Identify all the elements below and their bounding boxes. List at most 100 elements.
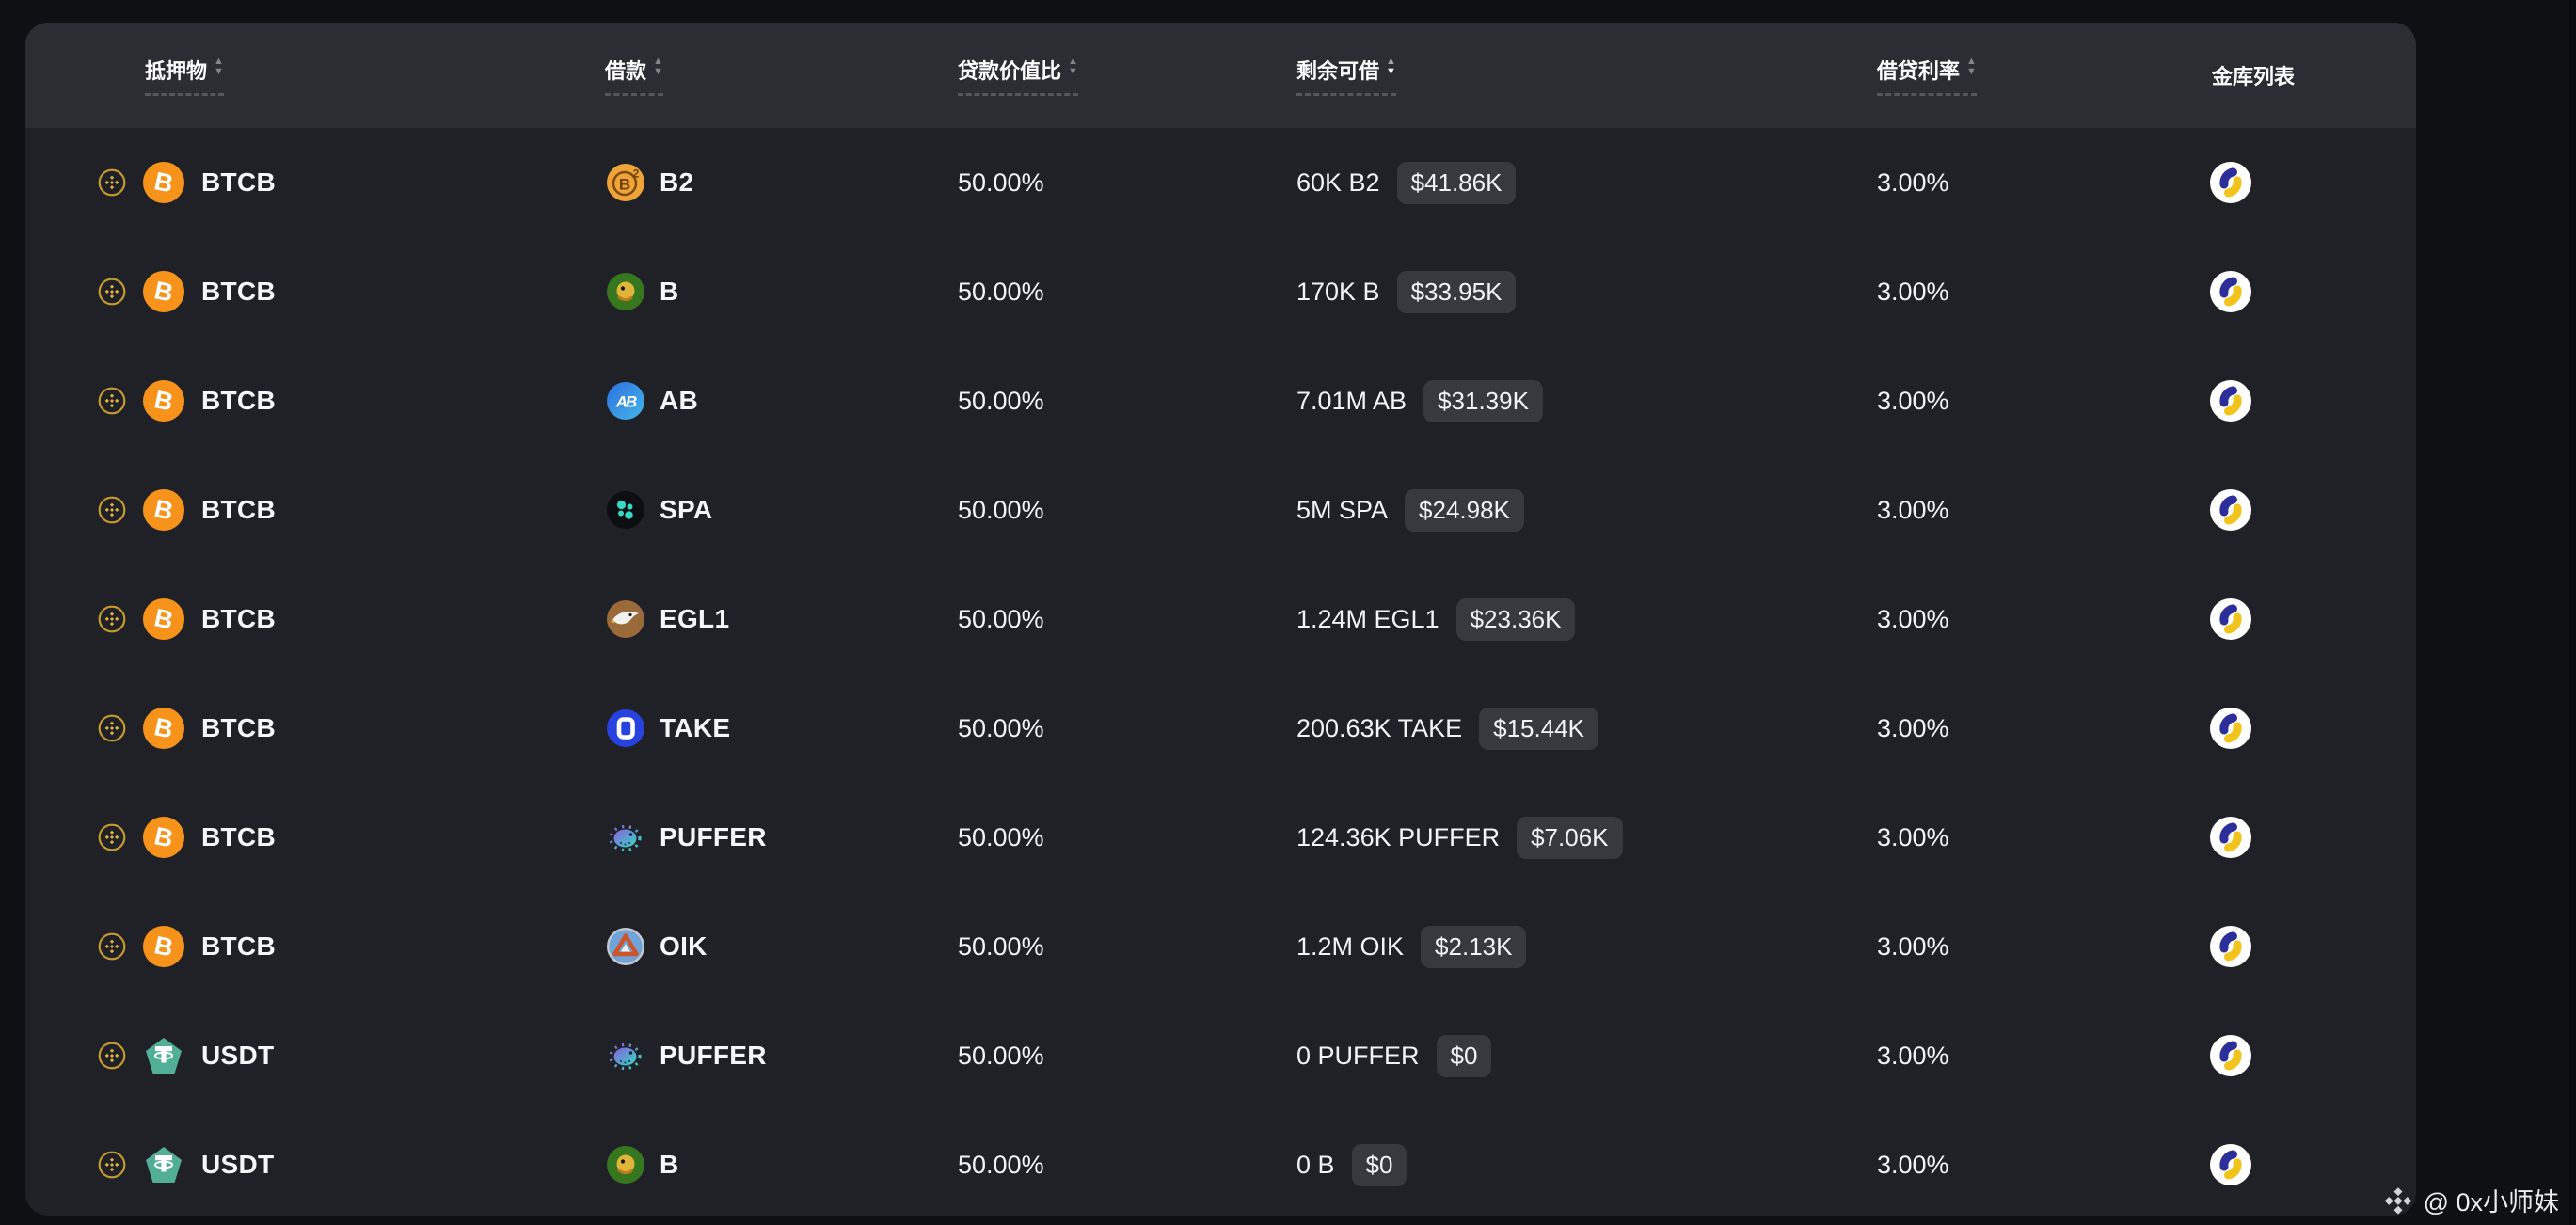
vault-icon[interactable] (2210, 708, 2251, 749)
available-usd-badge: $0 (1437, 1035, 1492, 1077)
column-header-collateral: 抵押物 ▲▼ (25, 55, 605, 96)
borrow-rate-value: 3.00% (1877, 1042, 1949, 1071)
borrow-symbol: PUFFER (660, 1041, 767, 1071)
market-row[interactable]: USDT PUFFER 50.00% 0 PUFFER $0 3.00% (25, 1001, 2416, 1110)
borrow-rate-value: 3.00% (1877, 496, 1949, 525)
sort-arrows-icon: ▲▼ (1386, 56, 1396, 77)
available-amount: 7.01M AB (1296, 387, 1407, 416)
ltv-value: 50.00% (958, 1151, 1044, 1180)
sort-arrows-icon: ▲▼ (1966, 56, 1977, 77)
borrow-rate-value: 3.00% (1877, 605, 1949, 634)
bnb-chain-badge-icon (98, 1151, 126, 1179)
vault-icon[interactable] (2210, 1035, 2251, 1076)
watermark-handle: @ 0x小师妹 (2424, 1182, 2559, 1218)
borrow-rate-value: 3.00% (1877, 278, 1949, 307)
sort-arrows-icon: ▲▼ (214, 56, 224, 77)
bnb-chain-badge-icon (98, 496, 126, 524)
market-row[interactable]: B BTCB PUFFER 50.00% 124.36K PUFFER $7.0… (25, 783, 2416, 892)
bnb-chain-badge-icon (98, 387, 126, 415)
available-amount: 1.2M OIK (1296, 932, 1404, 962)
sort-control-available[interactable]: 剩余可借 ▲▼ (1296, 55, 1396, 96)
vault-icon[interactable] (2210, 271, 2251, 312)
sort-control-borrow[interactable]: 借款▲▼ (605, 55, 663, 96)
usdt-icon (143, 1144, 184, 1185)
available-usd-badge: $24.98K (1405, 489, 1524, 532)
bnb-chain-badge-icon (98, 168, 126, 197)
column-label: 贷款价值比 (958, 55, 1061, 85)
sort-arrows-icon: ▲▼ (1068, 56, 1078, 77)
ltv-value: 50.00% (958, 168, 1044, 198)
borrow-symbol: AB (660, 386, 698, 416)
market-row[interactable]: USDT B 50.00% 0 B $0 3.00% (25, 1110, 2416, 1216)
vault-icon[interactable] (2210, 1144, 2251, 1185)
vault-icon[interactable] (2210, 380, 2251, 422)
borrow-symbol: SPA (660, 495, 712, 525)
borrow-symbol: B (660, 1150, 679, 1180)
sort-control-collateral[interactable]: 抵押物 ▲▼ (145, 55, 224, 96)
column-header-available: 剩余可借 ▲▼ (1296, 55, 1877, 96)
binance-logo-icon (2382, 1185, 2414, 1217)
vault-icon[interactable] (2210, 926, 2251, 967)
ltv-value: 50.00% (958, 714, 1044, 743)
egl1-icon (607, 600, 644, 638)
scrollbar-track[interactable] (2569, 0, 2576, 1225)
vault-icon[interactable] (2210, 817, 2251, 858)
market-row[interactable]: B BTCB OIK 50.00% 1.2M OIK $2.13K 3.00% (25, 892, 2416, 1001)
btcb-icon: B (143, 380, 184, 422)
table-header-row: 抵押物▲▼借款▲▼贷款价值比▲▼剩余可借▲▼借贷利率▲▼金库列表 (25, 23, 2416, 128)
ltv-value: 50.00% (958, 278, 1044, 307)
available-usd-badge: $7.06K (1517, 817, 1622, 859)
vault-icon[interactable] (2210, 598, 2251, 640)
collateral-symbol: BTCB (201, 931, 276, 962)
b2-icon: B2 (607, 164, 644, 201)
puffer-icon (607, 1037, 644, 1074)
borrow-rate-value: 3.00% (1877, 387, 1949, 416)
bnb-chain-badge-icon (98, 714, 126, 742)
column-label: 剩余可借 (1296, 55, 1379, 85)
collateral-symbol: BTCB (201, 495, 276, 525)
sort-control-rate[interactable]: 借贷利率 ▲▼ (1877, 55, 1977, 96)
b-icon (607, 273, 644, 310)
market-row[interactable]: B BTCB TAKE 50.00% 200.63K TAKE $15.44K … (25, 674, 2416, 783)
borrow-symbol: OIK (660, 931, 708, 962)
borrow-symbol: EGL1 (660, 604, 729, 634)
collateral-symbol: USDT (201, 1041, 274, 1071)
available-amount: 200.63K TAKE (1296, 714, 1462, 743)
btcb-icon: B (143, 926, 184, 967)
market-row[interactable]: B BTCB AB AB 50.00% 7.01M AB $31.39K 3.0… (25, 346, 2416, 455)
table-body: B BTCB B2 B2 50.00% 60K B2 $41.86K 3.00%… (25, 128, 2416, 1216)
market-row[interactable]: B BTCB B2 B2 50.00% 60K B2 $41.86K 3.00% (25, 128, 2416, 237)
column-label: 借贷利率 (1877, 55, 1960, 85)
column-label: 抵押物 (145, 55, 207, 85)
available-amount: 170K B (1296, 278, 1380, 307)
puffer-icon (607, 819, 644, 856)
column-header-ltv: 贷款价值比 ▲▼ (958, 55, 1296, 96)
collateral-symbol: BTCB (201, 713, 276, 743)
lending-markets-table: 抵押物▲▼借款▲▼贷款价值比▲▼剩余可借▲▼借贷利率▲▼金库列表 B BTCB … (25, 23, 2416, 1216)
collateral-symbol: BTCB (201, 386, 276, 416)
collateral-symbol: USDT (201, 1150, 274, 1180)
bnb-chain-badge-icon (98, 823, 126, 851)
vault-icon[interactable] (2210, 489, 2251, 531)
market-row[interactable]: B BTCB SPA 50.00% 5M SPA $24.98K 3.00% (25, 455, 2416, 565)
ltv-value: 50.00% (958, 605, 1044, 634)
svg-text:2: 2 (633, 167, 640, 181)
collateral-symbol: BTCB (201, 822, 276, 852)
sort-control-ltv[interactable]: 贷款价值比 ▲▼ (958, 55, 1078, 96)
borrow-symbol: PUFFER (660, 822, 767, 852)
spa-icon (607, 491, 644, 529)
available-usd-badge: $41.86K (1397, 162, 1517, 204)
borrow-rate-value: 3.00% (1877, 714, 1949, 743)
market-row[interactable]: B BTCB B 50.00% 170K B $33.95K 3.00% (25, 237, 2416, 346)
collateral-symbol: BTCB (201, 604, 276, 634)
vault-icon[interactable] (2210, 162, 2251, 203)
ltv-value: 50.00% (958, 496, 1044, 525)
take-icon (607, 709, 644, 747)
borrow-symbol: B2 (660, 167, 693, 198)
available-usd-badge: $31.39K (1423, 380, 1543, 422)
borrow-symbol: TAKE (660, 713, 730, 743)
market-row[interactable]: B BTCB EGL1 50.00% 1.24M EGL1 $23.36K 3.… (25, 565, 2416, 674)
column-label: 借款 (605, 55, 646, 85)
bnb-chain-badge-icon (98, 278, 126, 306)
available-amount: 60K B2 (1296, 168, 1380, 198)
